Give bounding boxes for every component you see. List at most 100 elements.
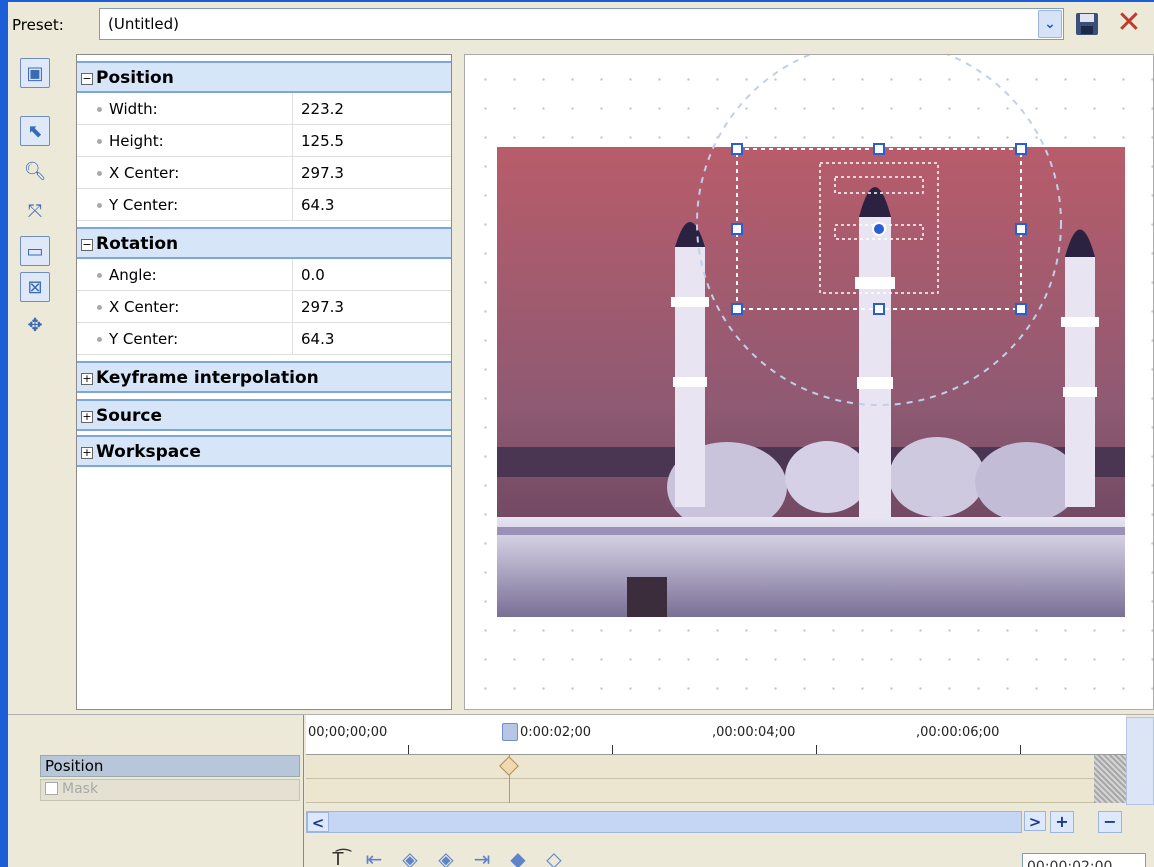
section-keyframe-label: Keyframe interpolation: [96, 368, 319, 388]
stretch-to-fill-button[interactable]: ⊠: [20, 272, 50, 302]
scroll-left-button[interactable]: <: [307, 812, 329, 832]
expand-icon: +: [81, 410, 93, 423]
property-row[interactable]: Y Center: 64.3: [77, 189, 451, 221]
mask-lane[interactable]: [306, 779, 1094, 803]
property-value[interactable]: 64.3: [292, 323, 451, 355]
save-preset-button[interactable]: [1074, 10, 1100, 38]
ruler-tick: [612, 745, 613, 754]
zoom-icon: 🔍︎: [23, 160, 47, 182]
keyframe-buttons: T͡ ⇤ ◈ ◈ ⇥ ◆ ◇: [320, 845, 572, 867]
property-row[interactable]: Y Center: 64.3: [77, 323, 451, 355]
property-row[interactable]: Angle: 0.0: [77, 259, 451, 291]
next-keyframe-icon: ◈: [438, 847, 454, 867]
position-lane[interactable]: [306, 755, 1094, 779]
collapse-icon: −: [81, 72, 93, 85]
delete-keyframe-icon: ◇: [546, 847, 562, 867]
property-row[interactable]: Height: 125.5: [77, 125, 451, 157]
property-value[interactable]: 223.2: [292, 93, 451, 125]
property-label: Width:: [109, 100, 158, 118]
preset-bar: Preset: (Untitled) ⌄ ✕: [8, 2, 1154, 48]
zoom-in-button[interactable]: +: [1050, 811, 1074, 833]
show-properties-icon: ▣: [26, 62, 44, 84]
sync-cursor-icon: T͡: [332, 848, 344, 867]
move-freely-tool[interactable]: ⤧: [20, 196, 50, 226]
property-value[interactable]: 297.3: [292, 157, 451, 189]
preset-input[interactable]: (Untitled): [99, 8, 1064, 40]
ruler-tick: [816, 745, 817, 754]
track-position[interactable]: Position: [40, 755, 300, 777]
timeline-horizontal-scrollbar[interactable]: <: [306, 811, 1022, 833]
preview-canvas[interactable]: [464, 54, 1154, 710]
scroll-right-button[interactable]: >: [1024, 811, 1046, 831]
property-row[interactable]: X Center: 297.3: [77, 157, 451, 189]
timeline-vertical-scrollbar[interactable]: [1126, 717, 1154, 805]
collapse-icon: −: [81, 238, 93, 251]
first-keyframe-button[interactable]: ⇤: [356, 845, 392, 867]
section-workspace-label: Workspace: [96, 442, 201, 462]
fullscreen-icon: ⊠: [27, 276, 43, 298]
property-value[interactable]: 297.3: [292, 291, 451, 323]
bullet-icon: [97, 203, 102, 208]
zoom-out-button[interactable]: −: [1098, 811, 1122, 833]
pointer-icon: ⬉: [27, 120, 43, 142]
bullet-icon: [97, 273, 102, 278]
track-mask[interactable]: Mask: [40, 779, 300, 801]
property-value[interactable]: 125.5: [292, 125, 451, 157]
mask-checkbox[interactable]: [45, 782, 58, 795]
expand-icon: +: [81, 446, 93, 459]
add-keyframe-icon: ◆: [510, 847, 526, 867]
add-keyframe-button[interactable]: ◆: [500, 845, 536, 867]
property-row[interactable]: Width: 223.2: [77, 93, 451, 125]
timecode-display[interactable]: 00:00:02:00: [1022, 853, 1146, 867]
property-label: Y Center:: [109, 196, 179, 214]
bullet-icon: [97, 171, 102, 176]
section-position[interactable]: − Position: [77, 61, 451, 93]
move-in-xy-button[interactable]: ✥: [20, 310, 50, 340]
time-ruler[interactable]: 00;00;00;00 0:00:02;00 ,00:00:04;00 ,00:…: [306, 715, 1126, 755]
delete-preset-button[interactable]: ✕: [1114, 8, 1144, 38]
section-rotation-label: Rotation: [96, 234, 179, 254]
preset-label: Preset:: [12, 16, 64, 34]
ruler-label: ,00:00:06;00: [916, 725, 1000, 740]
next-keyframe-button[interactable]: ◈: [428, 845, 464, 867]
section-position-label: Position: [96, 68, 174, 88]
zoom-edit-tool[interactable]: 🔍︎: [20, 156, 50, 186]
lock-aspect-button[interactable]: ▭: [20, 236, 50, 266]
last-keyframe-icon: ⇥: [473, 847, 491, 867]
move-along-icon: ⤧: [27, 200, 43, 222]
ruler-tick: [408, 745, 409, 754]
pan-crop-window: Preset: (Untitled) ⌄ ✕ ▣ ⬉ 🔍︎ ⤧ ▭ ⊠ ✥ − …: [0, 0, 1154, 867]
section-rotation[interactable]: − Rotation: [77, 227, 451, 259]
property-value[interactable]: 64.3: [292, 189, 451, 221]
property-label: Height:: [109, 132, 164, 150]
delete-keyframe-button[interactable]: ◇: [536, 845, 572, 867]
ruler-tick: [1020, 745, 1021, 754]
show-properties-button[interactable]: ▣: [20, 58, 50, 88]
property-label: Y Center:: [109, 330, 179, 348]
bullet-icon: [97, 337, 102, 342]
ruler-label: ,00:00:04;00: [712, 725, 796, 740]
pan-icon: ✥: [27, 314, 43, 336]
ruler-label: 00;00;00;00: [308, 725, 388, 740]
section-workspace[interactable]: + Workspace: [77, 435, 451, 467]
save-icon: [1076, 13, 1098, 35]
sync-cursor-button[interactable]: T͡: [320, 845, 356, 867]
previous-keyframe-icon: ◈: [402, 847, 418, 867]
section-source-label: Source: [96, 406, 163, 426]
last-keyframe-button[interactable]: ⇥: [464, 845, 500, 867]
cursor-handle[interactable]: [502, 723, 518, 741]
fit-icon: ▭: [26, 240, 44, 262]
crop-overlay[interactable]: [465, 55, 1154, 710]
property-label: X Center:: [109, 298, 180, 316]
section-keyframe-interpolation[interactable]: + Keyframe interpolation: [77, 361, 451, 393]
normal-edit-tool[interactable]: ⬉: [20, 116, 50, 146]
mask-label: Mask: [62, 781, 99, 797]
tool-column: ▣ ⬉ 🔍︎ ⤧ ▭ ⊠ ✥: [8, 48, 70, 708]
property-value[interactable]: 0.0: [292, 259, 451, 291]
lane-end-hatch: [1094, 755, 1126, 803]
section-source[interactable]: + Source: [77, 399, 451, 431]
preset-dropdown-button[interactable]: ⌄: [1038, 10, 1062, 38]
previous-keyframe-button[interactable]: ◈: [392, 845, 428, 867]
property-row[interactable]: X Center: 297.3: [77, 291, 451, 323]
property-label: Angle:: [109, 266, 157, 284]
